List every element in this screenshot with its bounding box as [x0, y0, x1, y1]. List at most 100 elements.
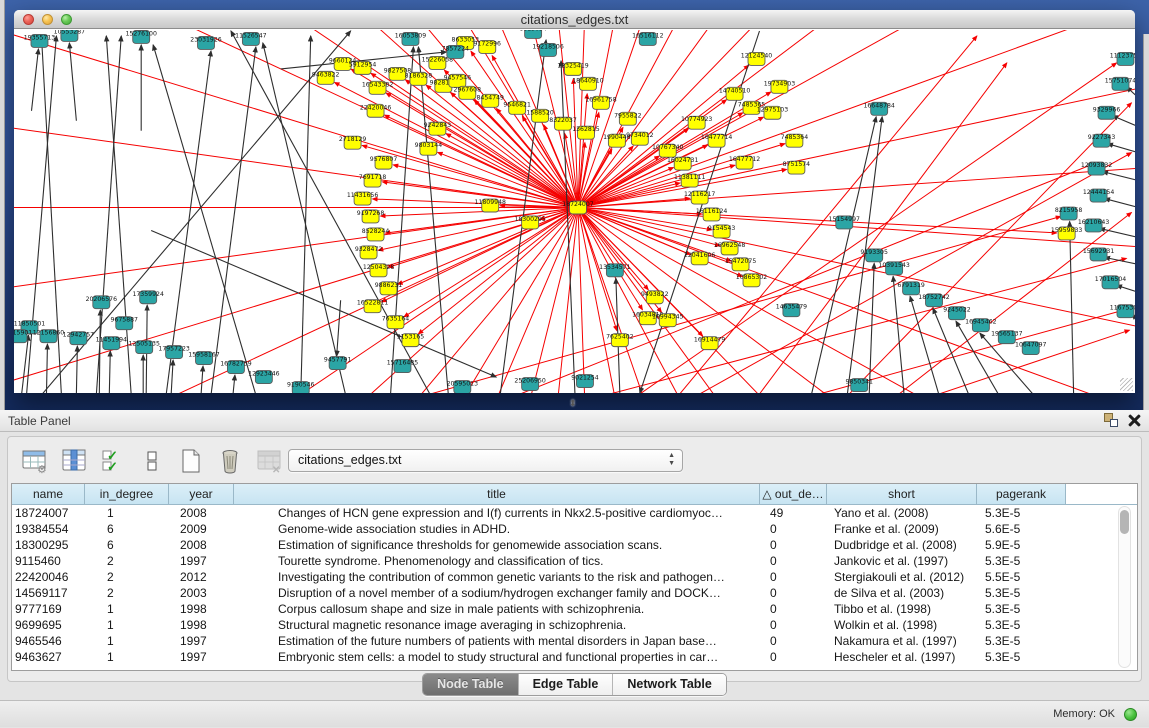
graph-node-teal[interactable]: 3915901	[14, 330, 32, 343]
graph-node-teal[interactable]: 12156860	[33, 330, 64, 343]
graph-node-teal[interactable]: 9675887	[110, 317, 138, 330]
graph-node-yellow[interactable]: 9493822	[641, 291, 669, 304]
graph-node-yellow[interactable]: 5912954	[349, 61, 377, 74]
graph-node-yellow[interactable]: 9242843	[424, 122, 452, 135]
graph-node-teal[interactable]: 9457791	[324, 357, 352, 370]
graph-node-yellow[interactable]: 9576807	[370, 156, 398, 169]
graph-node-yellow[interactable]: 16116124	[696, 208, 727, 221]
column-header-in-degree[interactable]: in_degree	[85, 484, 169, 504]
graph-node-teal[interactable]: 12505135	[128, 341, 159, 354]
column-header-title[interactable]: title	[234, 484, 760, 504]
new-column-icon[interactable]	[176, 446, 206, 476]
graph-node-teal[interactable]: 11675309	[1110, 305, 1135, 318]
graph-node-teal[interactable]: 17957223	[158, 346, 189, 359]
network-canvas[interactable]: 1872400715226058982750881863281654338298…	[14, 30, 1135, 393]
graph-node-yellow[interactable]: 11431656	[347, 192, 378, 205]
graph-node-yellow[interactable]: 12975103	[757, 106, 788, 119]
graph-node-yellow[interactable]: 7955822	[614, 112, 642, 125]
graph-node-yellow[interactable]: 9734012	[626, 132, 654, 145]
graph-node-yellow[interactable]: 10994345	[652, 314, 683, 327]
graph-node-yellow[interactable]: 12116217	[684, 191, 715, 204]
graph-node-teal[interactable]: 11123756	[1110, 52, 1135, 65]
vertical-scrollbar[interactable]	[1118, 506, 1131, 668]
graph-node-teal[interactable]: 25206950	[514, 378, 545, 391]
graph-node-yellow[interactable]: 12504328	[363, 264, 394, 277]
graph-node-yellow[interactable]: 10767340	[652, 144, 683, 157]
graph-node-yellow[interactable]: 11809948	[475, 199, 506, 212]
graph-node-teal[interactable]: 20595013	[447, 381, 478, 393]
graph-node-teal[interactable]: 10553287	[54, 30, 85, 41]
graph-node-teal[interactable]: 13534571	[599, 264, 630, 277]
tab-edge-table[interactable]: Edge Table	[519, 674, 614, 695]
graph-node-teal[interactable]: 14635479	[776, 304, 807, 317]
float-panel-icon[interactable]	[1104, 413, 1118, 427]
tab-network-table[interactable]: Network Table	[613, 674, 726, 695]
table-row[interactable]: 969969511998Structural magnetic resonanc…	[12, 617, 1137, 633]
table-row[interactable]: 1830029562008Estimation of significance …	[12, 537, 1137, 553]
graph-node-yellow[interactable]: 8751574	[783, 161, 811, 174]
table-row[interactable]: 911546021997Tourette syndrome. Phenomeno…	[12, 553, 1137, 569]
graph-node-teal[interactable]: 15751074	[1105, 77, 1135, 90]
graph-node-teal[interactable]: 15276100	[125, 30, 156, 43]
graph-node-teal[interactable]: 19355713	[24, 34, 55, 47]
graph-node-teal[interactable]: 19218506	[532, 43, 563, 56]
graph-node-teal[interactable]: 12923446	[248, 371, 279, 384]
graph-node-teal[interactable]: 23031926	[190, 36, 221, 49]
graph-node-yellow[interactable]: 9803144	[415, 142, 443, 155]
graph-node-yellow[interactable]: 16522811	[357, 300, 388, 313]
graph-node-teal[interactable]: 15716485	[387, 360, 418, 373]
graph-node-yellow[interactable]: 16962548	[714, 242, 745, 255]
graph-node-teal[interactable]: 10647097	[1015, 342, 1046, 355]
table-row[interactable]: 1938455462009Genome-wide association stu…	[12, 521, 1137, 537]
graph-node-yellow[interactable]: 10774923	[681, 116, 712, 129]
table-row[interactable]: 2242004622012Investigating the contribut…	[12, 569, 1137, 585]
delete-column-icon[interactable]	[215, 446, 245, 476]
graph-node-yellow[interactable]: 10865302	[736, 274, 767, 287]
tab-node-table[interactable]: Node Table	[423, 674, 518, 695]
scrollbar-thumb[interactable]	[1120, 510, 1129, 534]
selection-mode-icon[interactable]	[137, 446, 167, 476]
column-header-out-de-[interactable]: △ out_de…	[760, 484, 827, 504]
graph-node-yellow[interactable]: 16477712	[729, 156, 760, 169]
graph-node-teal[interactable]: 16648784	[863, 102, 894, 115]
show-columns-icon[interactable]	[59, 446, 89, 476]
graph-node-teal[interactable]: 8813054	[519, 30, 547, 38]
graph-node-yellow[interactable]: 18640910	[572, 77, 603, 90]
table-row[interactable]: 946554611997Estimation of the future num…	[12, 633, 1137, 649]
graph-node-yellow[interactable]: 16914479	[694, 337, 725, 350]
window-resize-grip[interactable]	[1120, 378, 1133, 391]
graph-node-teal[interactable]: 11526547	[235, 32, 266, 45]
graph-node-yellow[interactable]: 2718129	[339, 136, 367, 149]
table-row[interactable]: 1456911722003Disruption of a novel membe…	[12, 585, 1137, 601]
graph-node-yellow[interactable]: 15472075	[725, 258, 756, 271]
graph-node-teal[interactable]: 20206576	[86, 296, 117, 309]
graph-node-yellow[interactable]: 7635164	[382, 316, 410, 329]
graph-node-teal[interactable]: 18752742	[918, 294, 949, 307]
graph-node-teal[interactable]: 9190546	[287, 382, 315, 393]
graph-node-yellow[interactable]: 9886231	[375, 282, 403, 295]
graph-node-teal[interactable]: 12942757	[63, 332, 94, 345]
graph-node-teal[interactable]: 16516112	[632, 32, 663, 45]
column-header-year[interactable]: year	[169, 484, 234, 504]
graph-node-yellow[interactable]: 15959833	[1051, 227, 1082, 240]
graph-node-yellow[interactable]: 19734903	[764, 80, 795, 93]
graph-node-teal[interactable]: 16053809	[395, 32, 426, 45]
graph-node-yellow[interactable]: 8528244	[362, 228, 390, 241]
graph-node-yellow[interactable]: 12124540	[741, 52, 772, 65]
table-row[interactable]: 977716911998Corpus callosum shape and si…	[12, 601, 1137, 617]
graph-node-yellow[interactable]: 1362815	[572, 126, 600, 139]
graph-node-yellow[interactable]: 9328472	[355, 246, 383, 259]
graph-node-yellow[interactable]: 7691718	[359, 174, 387, 187]
graph-node-yellow[interactable]: 7485364	[781, 134, 809, 147]
column-header-name[interactable]: name	[12, 484, 85, 504]
table-options-icon[interactable]: ⚙	[20, 446, 50, 476]
graph-node-yellow[interactable]: 22420046	[360, 104, 391, 117]
column-header-short[interactable]: short	[827, 484, 977, 504]
table-row[interactable]: 1872400712008Changes of HCN gene express…	[12, 505, 1137, 521]
graph-node-teal[interactable]: 17359924	[132, 291, 163, 304]
graph-node-yellow[interactable]: 8186328	[405, 72, 433, 85]
table-selector-combo[interactable]: citations_edges.txt ▲▼	[288, 449, 683, 472]
graph-node-yellow[interactable]: 7625402	[606, 334, 634, 347]
graph-node-yellow[interactable]: 18300295	[514, 216, 545, 229]
graph-node-yellow[interactable]: 9172996	[473, 40, 501, 53]
